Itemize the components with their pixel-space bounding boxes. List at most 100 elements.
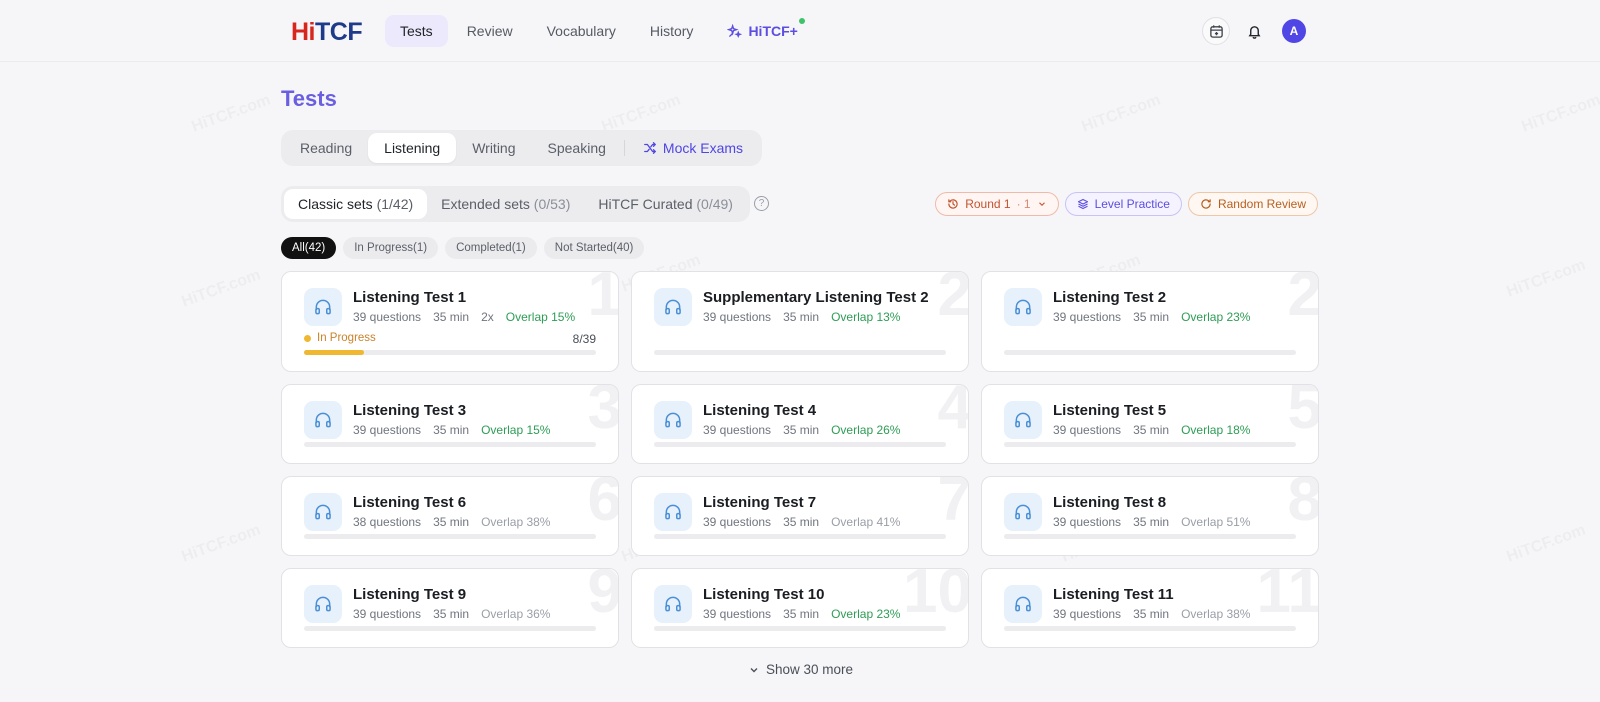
mock-exams-label: Mock Exams <box>662 140 744 156</box>
test-card[interactable]: 3 Listening Test 3 39 questions 35 min Overl… <box>281 384 619 464</box>
tab-speaking[interactable]: Speaking <box>532 133 622 163</box>
duration: 35 min <box>433 423 470 437</box>
watermark-text: HiTCF.com <box>1504 521 1588 566</box>
tab-reading[interactable]: Reading <box>284 133 368 163</box>
overlap-percent: Overlap 41% <box>831 515 901 529</box>
overlap-percent: Overlap 15% <box>481 423 551 437</box>
round-value: · 1 <box>1016 197 1031 211</box>
progress-fill <box>304 350 364 355</box>
progress-track <box>1004 534 1296 539</box>
nav-item-hitcf-plus[interactable]: HiTCF+ <box>712 15 812 47</box>
tab-listening[interactable]: Listening <box>368 133 457 163</box>
card-number-watermark: 10 <box>903 568 969 626</box>
tab-hitcf-curated[interactable]: HiTCF Curated (0/49) <box>584 189 747 219</box>
headphones-icon <box>315 504 331 520</box>
card-meta: 39 questions 35 min Overlap 13% <box>703 310 900 324</box>
card-title: Listening Test 1 <box>353 289 467 306</box>
filter-not-started[interactable]: Not Started(40) <box>543 237 645 259</box>
test-card[interactable]: 2 Listening Test 2 39 questions 35 min Overl… <box>981 271 1319 372</box>
card-number-watermark: 6 <box>587 476 619 534</box>
section-tabs: Reading Listening Writing Speaking Mock … <box>281 130 763 166</box>
progress-track <box>304 626 596 631</box>
help-icon[interactable]: ? <box>754 196 769 211</box>
headphones-icon <box>315 412 331 428</box>
card-number-watermark: 11 <box>1256 568 1319 626</box>
headphones-icon <box>1015 504 1031 520</box>
card-title: Listening Test 7 <box>703 494 817 511</box>
watermark-text: HiTCF.com <box>179 521 263 566</box>
duration: 35 min <box>783 310 820 324</box>
watermark-text: HiTCF.com <box>189 91 273 136</box>
card-number-watermark: 8 <box>1287 476 1319 534</box>
card-number-watermark: 3 <box>587 384 619 442</box>
card-title: Listening Test 6 <box>353 494 467 511</box>
tab-divider <box>623 140 625 156</box>
card-title: Listening Test 5 <box>1053 402 1167 419</box>
user-avatar[interactable]: A <box>1282 19 1306 43</box>
question-count: 39 questions <box>1053 423 1122 437</box>
question-count: 38 questions <box>353 515 422 529</box>
round-selector[interactable]: Round 1 · 1 <box>935 192 1059 216</box>
nav-item-tests[interactable]: Tests <box>385 15 448 47</box>
status-badge: In Progress <box>304 332 376 344</box>
overlap-percent: Overlap 23% <box>1181 310 1251 324</box>
show-more-label: Show 30 more <box>766 662 854 677</box>
test-card[interactable]: 6 Listening Test 6 38 questions 35 min Overl… <box>281 476 619 556</box>
new-indicator-dot <box>798 18 805 24</box>
progress-track <box>654 626 946 631</box>
nav-item-review[interactable]: Review <box>452 15 528 47</box>
card-icon <box>304 493 342 531</box>
level-practice-button[interactable]: Level Practice <box>1064 192 1182 216</box>
set-tab-count: (0/49) <box>696 196 733 212</box>
filter-in-progress[interactable]: In Progress(1) <box>343 237 439 259</box>
card-title: Listening Test 8 <box>1053 494 1167 511</box>
test-card[interactable]: 5 Listening Test 5 39 questions 35 min Overl… <box>981 384 1319 464</box>
card-icon <box>304 288 342 326</box>
headphones-icon <box>665 504 681 520</box>
round-label: Round 1 <box>965 197 1011 211</box>
nav-item-vocabulary[interactable]: Vocabulary <box>532 15 631 47</box>
test-card[interactable]: 9 Listening Test 9 39 questions 35 min Overl… <box>281 568 619 648</box>
question-count: 39 questions <box>353 310 422 324</box>
logo-tcf: TCF <box>315 18 363 46</box>
card-meta: 39 questions 35 min Overlap 15% <box>353 423 550 437</box>
set-tab-count: (1/42) <box>376 196 414 212</box>
card-title: Listening Test 11 <box>1053 586 1174 603</box>
question-count: 39 questions <box>1053 607 1122 621</box>
show-more-button[interactable]: Show 30 more <box>748 662 853 677</box>
tab-classic-sets[interactable]: Classic sets (1/42) <box>284 189 428 219</box>
card-number-watermark: 2 <box>937 271 969 329</box>
tab-extended-sets[interactable]: Extended sets (0/53) <box>427 189 584 219</box>
card-meta: 39 questions 35 min Overlap 18% <box>1053 423 1250 437</box>
random-review-button[interactable]: Random Review <box>1187 192 1318 216</box>
duration: 35 min <box>783 607 820 621</box>
tab-mock-exams[interactable]: Mock Exams <box>627 133 759 163</box>
card-icon <box>304 585 342 623</box>
test-card[interactable]: 10 Listening Test 10 39 questions 35 min Ove… <box>631 568 969 648</box>
calendar-button[interactable] <box>1202 17 1230 45</box>
overlap-percent: Overlap 23% <box>831 607 901 621</box>
card-meta: 39 questions 35 min Overlap 36% <box>353 607 550 621</box>
notifications-button[interactable] <box>1240 17 1268 45</box>
nav-item-history[interactable]: History <box>635 15 709 47</box>
brand-logo[interactable]: HiTCF <box>291 18 363 46</box>
test-card-grid: 1 Listening Test 1 39 questions 35 min 2x Ove… <box>281 271 1319 648</box>
tab-writing[interactable]: Writing <box>456 133 531 163</box>
filter-all[interactable]: All(42) <box>281 237 337 259</box>
test-card[interactable]: 11 Listening Test 11 39 questions 35 min Ove… <box>981 568 1319 648</box>
card-meta: 39 questions 35 min Overlap 41% <box>703 515 900 529</box>
sparkle-icon <box>727 23 743 38</box>
test-card[interactable]: 4 Listening Test 4 39 questions 35 min Overl… <box>631 384 969 464</box>
test-card[interactable]: 8 Listening Test 8 39 questions 35 min Overl… <box>981 476 1319 556</box>
filter-completed[interactable]: Completed(1) <box>445 237 537 259</box>
set-tab-label: Extended sets <box>441 196 534 212</box>
headphones-icon <box>315 299 331 315</box>
level-practice-label: Level Practice <box>1094 197 1170 211</box>
test-card[interactable]: 1 Listening Test 1 39 questions 35 min 2x Ove… <box>281 271 619 372</box>
watermark-text: HiTCF.com <box>1504 256 1588 301</box>
page-title: Tests <box>281 86 337 111</box>
test-card[interactable]: 7 Listening Test 7 39 questions 35 min Overl… <box>631 476 969 556</box>
test-card[interactable]: 2 Supplementary Listening Test 2 39 questi… <box>631 271 969 372</box>
question-count: 39 questions <box>703 310 772 324</box>
headphones-icon <box>315 596 331 612</box>
